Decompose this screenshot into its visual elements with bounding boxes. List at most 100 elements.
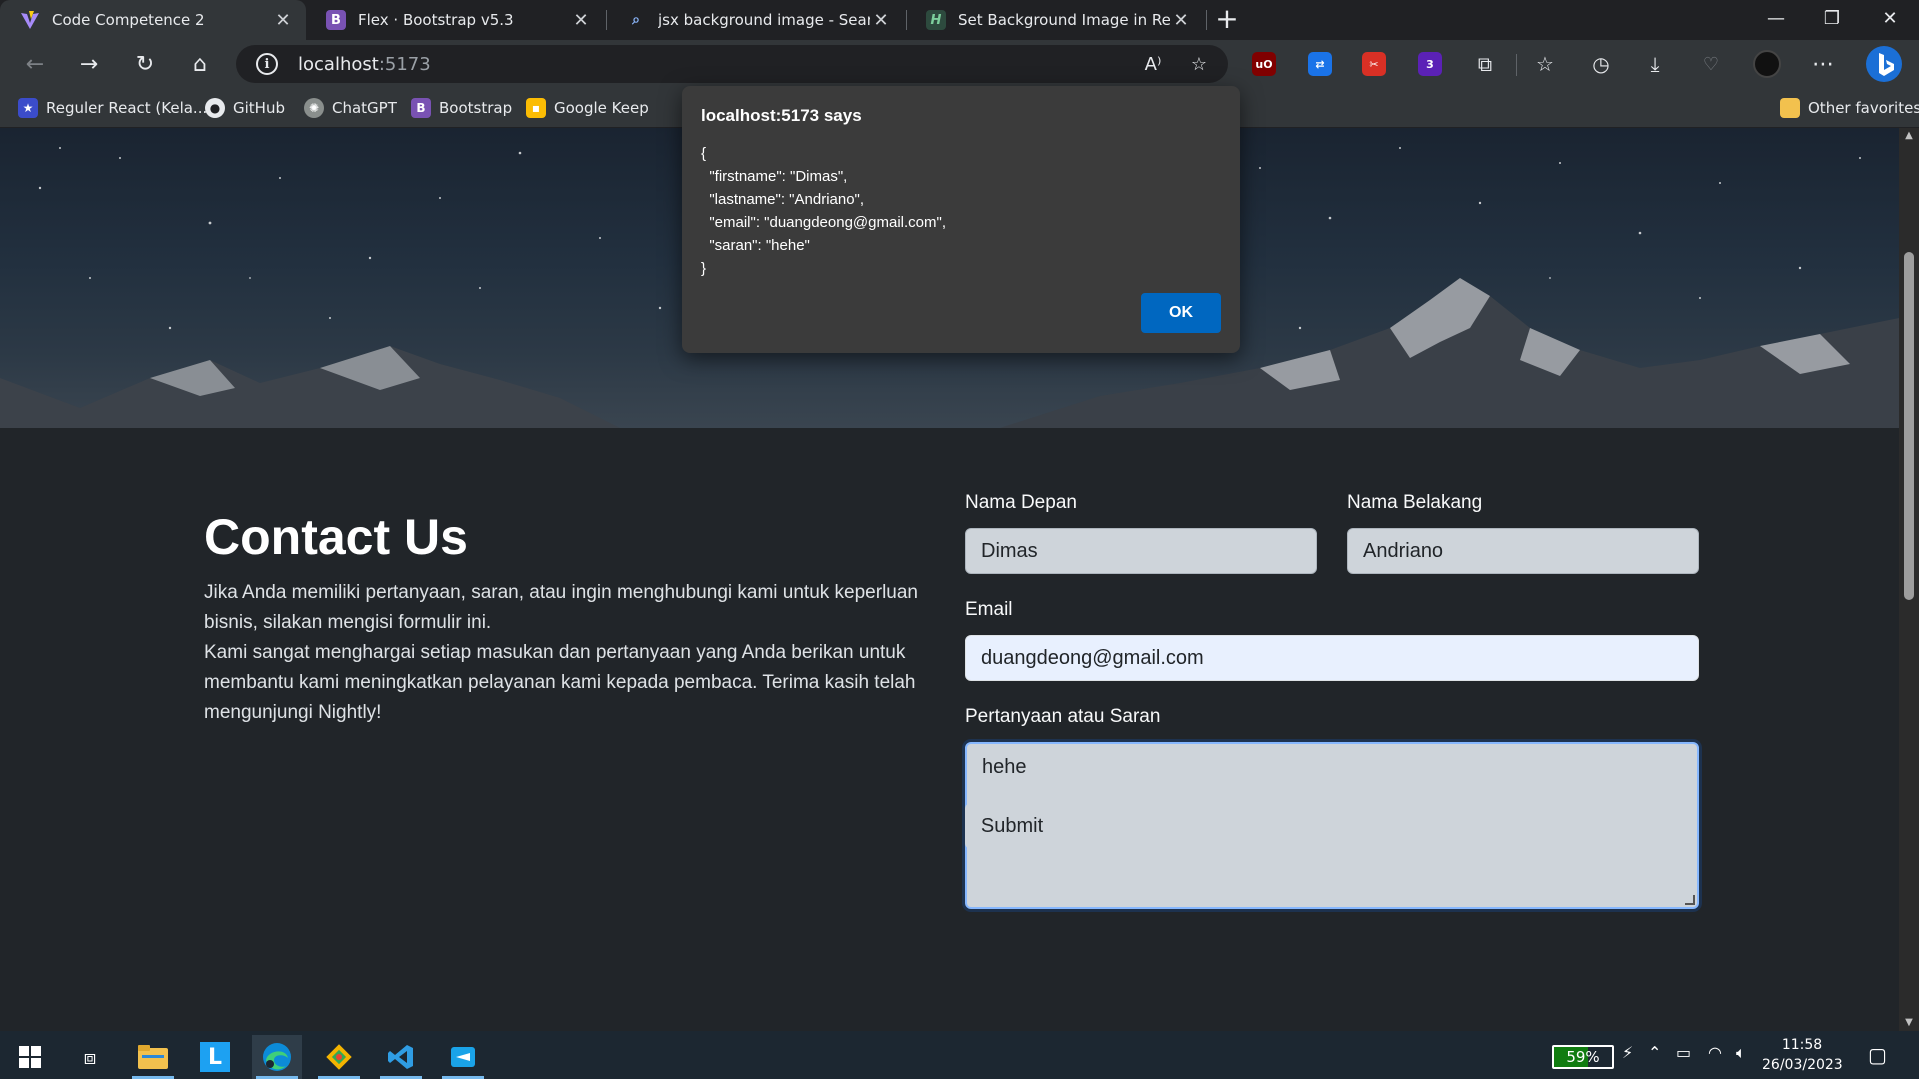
chatgpt-icon: ✺: [304, 98, 324, 118]
bookmark-reguler-react[interactable]: ★ Reguler React (Kela...: [18, 96, 207, 120]
new-tab-icon[interactable]: +: [1211, 4, 1243, 36]
read-aloud-icon[interactable]: A⁾: [1140, 52, 1166, 76]
page-scrollbar[interactable]: ▲ ▼: [1899, 128, 1919, 1031]
home-icon[interactable]: ⌂: [183, 48, 217, 80]
power-plug-icon[interactable]: ⚡: [1622, 1043, 1633, 1062]
windows-start-icon[interactable]: [5, 1035, 55, 1079]
tab-bootstrap-flex[interactable]: B Flex · Bootstrap v5.3 ✕: [306, 0, 604, 40]
close-tab-icon[interactable]: ✕: [272, 10, 294, 31]
bookmark-label: Other favorites: [1808, 99, 1919, 117]
bing-copilot-icon[interactable]: [1864, 44, 1904, 84]
dialog-message: { "firstname": "Dimas", "lastname": "And…: [701, 145, 946, 277]
battery-indicator[interactable]: 59%: [1552, 1045, 1614, 1069]
restore-icon[interactable]: ❐: [1804, 0, 1860, 40]
tab-set-background[interactable]: H Set Background Image in React.js ✕: [906, 0, 1204, 40]
git-icon[interactable]: [314, 1035, 364, 1079]
close-window-icon[interactable]: ✕: [1862, 0, 1918, 40]
contact-paragraph-2: Kami sangat menghargai setiap masukan da…: [204, 642, 916, 723]
other-favorites-folder[interactable]: Other favorites: [1780, 96, 1919, 120]
lastname-label: Nama Belakang: [1347, 492, 1483, 513]
bookmark-label: Reguler React (Kela...: [46, 99, 208, 117]
contact-description: Jika Anda memiliki pertanyaan, saran, at…: [204, 578, 924, 728]
favorites-icon[interactable]: ☆: [1528, 48, 1562, 80]
history-icon[interactable]: ◷: [1584, 48, 1618, 80]
sync-app-icon[interactable]: [438, 1035, 488, 1079]
message-text: hehe: [982, 756, 1027, 778]
minimize-icon[interactable]: —: [1748, 0, 1804, 40]
scrollbar-thumb[interactable]: [1904, 252, 1914, 600]
translate-extension-icon[interactable]: ⇄: [1308, 52, 1332, 76]
show-hidden-icons-icon[interactable]: ⌃: [1648, 1043, 1661, 1062]
contact-paragraph-1: Jika Anda memiliki pertanyaan, saran, at…: [204, 582, 918, 633]
close-tab-icon[interactable]: ✕: [570, 10, 592, 31]
vite-logo-icon: [20, 10, 40, 30]
tab-title: Flex · Bootstrap v5.3: [358, 11, 514, 29]
tab-jsx-search[interactable]: ⌕ jsx background image - Search ✕: [606, 0, 904, 40]
folder-icon: [1780, 98, 1800, 118]
task-view-icon[interactable]: ⧈: [65, 1035, 115, 1079]
ok-button[interactable]: OK: [1141, 293, 1221, 333]
url-text: localhost:5173: [298, 53, 431, 75]
message-textarea[interactable]: hehe: [965, 742, 1699, 909]
tab-title: Set Background Image in React.js: [958, 11, 1170, 29]
email-label: Email: [965, 599, 1013, 620]
toolbar-divider: [1516, 54, 1517, 76]
firstname-field[interactable]: Dimas: [965, 528, 1317, 574]
scroll-down-icon[interactable]: ▼: [1899, 1015, 1919, 1031]
clock-time: 11:58: [1781, 1037, 1823, 1053]
vscode-icon[interactable]: [376, 1035, 426, 1079]
windows-taskbar: ⧈ L 59% ⚡ ⌃ ▭ ◠ 🔈︎ 11:58 26/03/2023 ▢: [0, 1031, 1919, 1079]
extension-badge-icon[interactable]: 3: [1418, 52, 1442, 76]
submit-button[interactable]: Submit: [965, 803, 1059, 849]
bookmark-label: Bootstrap: [439, 99, 513, 117]
edge-icon[interactable]: [252, 1035, 302, 1079]
screenshot-extension-icon[interactable]: ✂: [1362, 52, 1386, 76]
bookmark-github[interactable]: ● GitHub: [205, 96, 285, 120]
firstname-label: Nama Depan: [965, 492, 1077, 513]
tab-title: Code Competence 2: [52, 11, 205, 29]
browser-essentials-icon[interactable]: ♡: [1694, 48, 1728, 80]
volume-icon[interactable]: 🔈︎: [1736, 1043, 1746, 1063]
more-menu-icon[interactable]: ⋯: [1806, 48, 1840, 80]
email-field[interactable]: duangdeong@gmail.com: [965, 635, 1699, 681]
dialog-title: localhost:5173 says: [701, 106, 862, 125]
bootstrap-icon: B: [326, 10, 346, 30]
extensions-icon[interactable]: ⧉: [1468, 48, 1502, 80]
browser-tab-strip: Code Competence 2 ✕ B Flex · Bootstrap v…: [0, 0, 1919, 40]
site-icon: H: [926, 10, 946, 30]
forward-icon[interactable]: →: [72, 48, 106, 80]
bookmark-bootstrap[interactable]: B Bootstrap: [411, 96, 512, 120]
back-icon[interactable]: ←: [18, 48, 52, 80]
search-icon: ⌕: [632, 12, 640, 28]
bookmark-chatgpt[interactable]: ✺ ChatGPT: [304, 96, 397, 120]
message-label: Pertanyaan atau Saran: [965, 706, 1161, 727]
l-app-icon[interactable]: L: [190, 1035, 240, 1079]
reload-icon[interactable]: ↻: [128, 48, 162, 80]
tab-code-competence[interactable]: Code Competence 2 ✕: [0, 0, 306, 40]
contact-title: Contact Us: [204, 509, 468, 565]
notification-center-icon[interactable]: ▢: [1868, 1043, 1887, 1067]
close-tab-icon[interactable]: ✕: [1170, 10, 1192, 31]
file-explorer-icon[interactable]: [128, 1035, 178, 1079]
profile-avatar[interactable]: [1750, 48, 1784, 80]
downloads-icon[interactable]: ⤓: [1638, 48, 1672, 80]
battery-icon[interactable]: ▭: [1676, 1043, 1691, 1062]
add-favorite-icon[interactable]: ☆: [1186, 52, 1212, 76]
bookmark-icon: ★: [18, 98, 38, 118]
resize-handle-icon[interactable]: [1685, 895, 1695, 905]
scroll-up-icon[interactable]: ▲: [1899, 128, 1919, 144]
browser-toolbar: ← → ↻ ⌂ i localhost:5173 A⁾ ☆ uO ⇄ ✂ 3 ⧉…: [0, 40, 1919, 88]
ublock-icon[interactable]: uO: [1252, 52, 1276, 76]
bookmark-label: GitHub: [233, 99, 285, 117]
wifi-icon[interactable]: ◠: [1708, 1043, 1722, 1062]
site-info-icon[interactable]: i: [256, 53, 278, 75]
system-clock[interactable]: 11:58 26/03/2023: [1762, 1035, 1843, 1075]
lastname-field[interactable]: Andriano: [1347, 528, 1699, 574]
close-tab-icon[interactable]: ✕: [870, 10, 892, 31]
alert-dialog: localhost:5173 says { "firstname": "Dima…: [682, 86, 1240, 353]
address-bar[interactable]: i localhost:5173 A⁾ ☆: [236, 45, 1228, 83]
bookmark-label: Google Keep: [554, 99, 649, 117]
tab-title: jsx background image - Search: [658, 11, 870, 29]
bookmark-google-keep[interactable]: ▪ Google Keep: [526, 96, 649, 120]
clock-date: 26/03/2023: [1762, 1057, 1843, 1073]
